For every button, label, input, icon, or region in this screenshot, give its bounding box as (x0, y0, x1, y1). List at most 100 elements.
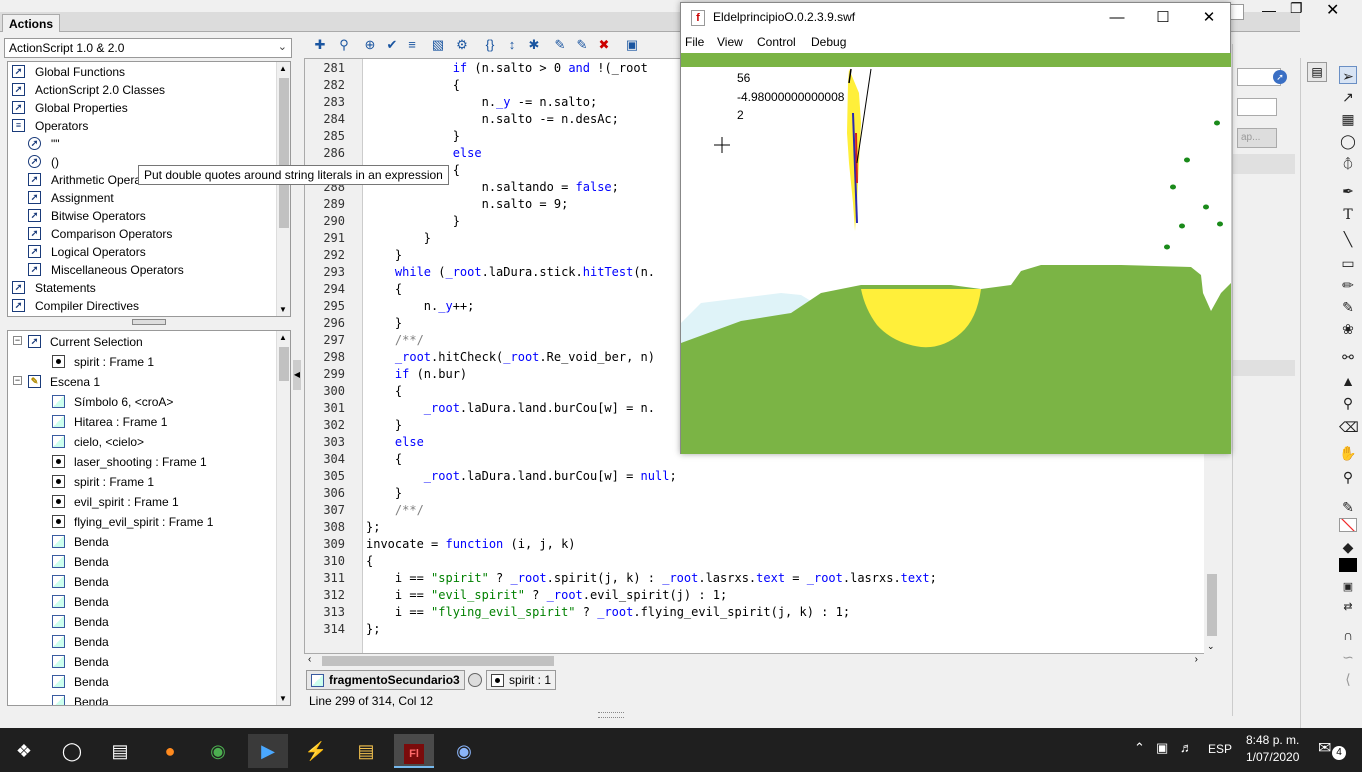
stroke-color-icon[interactable]: ✎ (1339, 498, 1357, 516)
code-line[interactable]: i == "flying_evil_spirit" ? _root.flying… (366, 604, 850, 621)
file-explorer-icon[interactable]: ▤ (346, 734, 386, 768)
menu-file[interactable]: File (685, 35, 704, 49)
code-line[interactable]: } (366, 230, 431, 247)
bone-tool-icon[interactable]: ⚯ (1339, 348, 1357, 366)
rectangle-tool-icon[interactable]: ▭ (1339, 254, 1357, 272)
smooth-icon[interactable]: ∽ (1339, 648, 1357, 666)
code-line[interactable]: } (366, 247, 402, 264)
code-line[interactable]: }; (366, 621, 380, 638)
maximize-icon[interactable]: ☐ (1153, 9, 1173, 27)
network-icon[interactable]: ▣ (1156, 740, 1168, 756)
check-syntax-icon[interactable]: ✔ (384, 37, 400, 53)
actions-tab[interactable]: Actions (2, 14, 61, 32)
tool-app-icon[interactable]: ⚡ (296, 734, 336, 768)
code-line[interactable]: if (n.salto > 0 and !(_root (366, 60, 648, 77)
minimize-icon[interactable]: — (1262, 2, 1276, 18)
code-line[interactable]: } (366, 485, 402, 502)
navigator-scrollbar[interactable]: ▲ ▼ (276, 331, 290, 705)
apply-line-comment-icon[interactable]: ✎ (574, 37, 590, 53)
scroll-down-icon[interactable]: ▼ (279, 305, 287, 314)
editor-horizontal-scrollbar[interactable]: ‹ › (304, 654, 1204, 668)
stroke-color-swatch[interactable] (1339, 518, 1357, 532)
menu-view[interactable]: View (717, 35, 743, 49)
subselection-tool-icon[interactable]: ↗ (1339, 88, 1357, 106)
line-tool-icon[interactable]: ╲ (1339, 230, 1357, 248)
lasso-icon[interactable]: ⦽ (1339, 154, 1357, 172)
code-line[interactable]: invocate = function (i, j, k) (366, 536, 576, 553)
code-line[interactable]: { (366, 553, 373, 570)
code-line[interactable]: { (366, 451, 402, 468)
close-icon[interactable]: ✕ (1326, 0, 1339, 20)
paint-bucket-icon[interactable]: ▲ (1339, 372, 1357, 390)
code-line[interactable]: if (n.bur) (366, 366, 467, 383)
snap-magnet-icon[interactable]: ∩ (1339, 626, 1357, 644)
code-line[interactable]: n.salto = 9; (366, 196, 569, 213)
search-icon[interactable]: ◯ (52, 734, 92, 768)
code-line[interactable]: /**/ (366, 332, 424, 349)
chrome-icon[interactable]: ◉ (198, 734, 238, 768)
code-line[interactable]: _root.hitCheck(_root.Re_void_ber, n) (366, 349, 655, 366)
scroll-down-icon[interactable]: ⌄ (1207, 641, 1215, 652)
tab-spirit[interactable]: spirit : 1 (486, 670, 557, 690)
fill-color-icon[interactable]: ◆ (1339, 538, 1357, 556)
code-line[interactable]: n.salto -= n.desAc; (366, 111, 619, 128)
code-line[interactable]: /**/ (366, 502, 424, 519)
swf-stage[interactable]: 56 -4.98000000000008 2 (681, 53, 1231, 454)
help-icon[interactable]: ➚ (1273, 70, 1287, 84)
minimize-icon[interactable]: — (1107, 9, 1127, 27)
add-statement-icon[interactable]: ✚ (312, 37, 328, 53)
collapse-selection-icon[interactable]: ↕ (504, 37, 520, 53)
collapse-pane-handle[interactable]: ◀ (293, 360, 301, 390)
language-dropdown[interactable]: ActionScript 1.0 & 2.0 ⌄ (4, 38, 292, 58)
code-line[interactable]: while (_root.laDura.stick.hitTest(n. (366, 264, 655, 281)
remove-comment-icon[interactable]: ✖ (596, 37, 612, 53)
black-white-icon[interactable]: ▣ (1339, 578, 1357, 596)
scroll-thumb[interactable] (279, 347, 289, 381)
scroll-up-icon[interactable]: ▲ (279, 64, 287, 73)
code-line[interactable]: i == "spirit" ? _root.spirit(j, k) : _ro… (366, 570, 937, 587)
pen-tool-icon[interactable]: ✒ (1339, 182, 1357, 200)
brush-icon[interactable]: ✎ (1339, 298, 1357, 316)
collapse-toggle-icon[interactable]: − (13, 376, 22, 385)
auto-format-icon[interactable]: ≡ (404, 37, 420, 53)
pane-splitter-handle[interactable] (132, 319, 166, 325)
find-icon[interactable]: ⚲ (336, 37, 352, 53)
menu-control[interactable]: Control (757, 35, 796, 49)
free-transform-icon[interactable]: ▦ (1339, 110, 1357, 128)
swap-colors-icon[interactable]: ⇄ (1339, 598, 1357, 616)
code-line[interactable]: { (366, 77, 460, 94)
selection-tool-icon[interactable]: ➢ (1339, 66, 1357, 84)
fill-color-swatch[interactable] (1339, 558, 1357, 572)
tray-chevron-icon[interactable]: ⌃ (1134, 740, 1145, 756)
clock-time[interactable]: 8:48 p. m. (1246, 733, 1299, 747)
windows-start-icon[interactable]: ❖ (4, 734, 44, 768)
scroll-thumb[interactable] (279, 78, 289, 228)
scroll-up-icon[interactable]: ▲ (279, 333, 287, 342)
clock-date[interactable]: 1/07/2020 (1246, 750, 1299, 764)
code-line[interactable]: else (366, 145, 482, 162)
scroll-left-icon[interactable]: ‹ (308, 654, 311, 665)
code-line[interactable]: n._y++; (366, 298, 475, 315)
menu-debug[interactable]: Debug (811, 35, 846, 49)
code-line[interactable]: } (366, 417, 402, 434)
code-line[interactable]: else (366, 434, 424, 451)
pencil-icon[interactable]: ✏ (1339, 276, 1357, 294)
code-line[interactable]: } (366, 128, 460, 145)
debug-options-icon[interactable]: ⚙ (454, 37, 470, 53)
paint-app-icon[interactable]: ◉ (444, 734, 484, 768)
scroll-right-icon[interactable]: › (1195, 654, 1198, 665)
code-line[interactable]: { (366, 383, 402, 400)
toolbox-scrollbar[interactable]: ▲ ▼ (276, 62, 290, 316)
resize-grip[interactable] (598, 712, 624, 718)
code-line[interactable]: } (366, 213, 460, 230)
target-path-icon[interactable]: ⊕ (362, 37, 378, 53)
close-icon[interactable]: ✕ (1199, 9, 1219, 27)
3d-rotation-icon[interactable]: ◯ (1339, 132, 1357, 150)
code-line[interactable]: n._y -= n.salto; (366, 94, 598, 111)
deco-tool-icon[interactable]: ❀ (1339, 320, 1357, 338)
code-line[interactable]: } (366, 315, 402, 332)
expand-all-icon[interactable]: ✱ (526, 37, 542, 53)
panel-dropdown[interactable] (1237, 98, 1277, 116)
volume-icon[interactable]: ♬ (1180, 740, 1193, 755)
code-line[interactable]: { (366, 281, 402, 298)
